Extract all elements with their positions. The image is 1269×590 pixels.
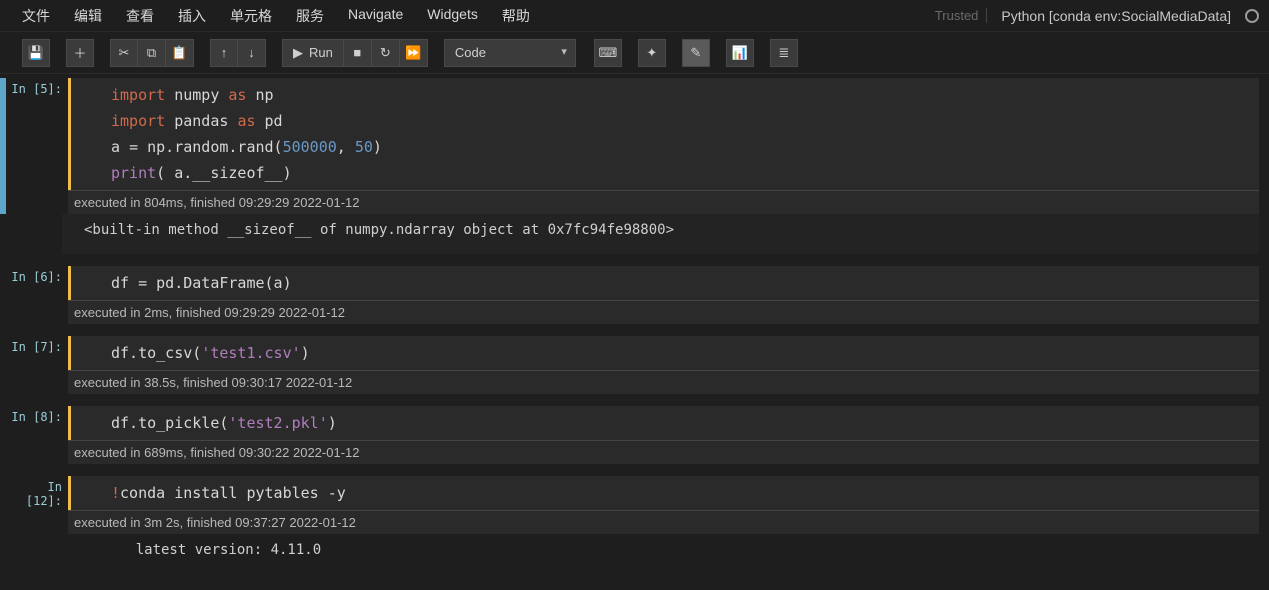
run-label: Run <box>309 45 333 60</box>
fast-forward-icon: ⏩ <box>405 45 421 61</box>
kernel-name[interactable]: Python [conda env:SocialMediaData] <box>995 8 1237 24</box>
stop-button[interactable]: ■ <box>344 39 372 67</box>
save-button[interactable]: 💾 <box>22 39 50 67</box>
code-cell[interactable]: In [8]: df.to_pickle('test2.pkl') execut… <box>0 406 1259 464</box>
kernel-indicator-icon[interactable] <box>1245 9 1259 23</box>
diamond-icon: ✦ <box>646 45 657 61</box>
play-icon: ▶ <box>293 45 303 61</box>
cut-icon: ✂ <box>119 45 130 61</box>
code-editor[interactable]: import numpy as np import pandas as pd a… <box>68 78 1259 190</box>
menu-help[interactable]: 帮助 <box>490 0 542 32</box>
code-cell[interactable]: In [12]: !conda install pytables -y exec… <box>0 476 1259 534</box>
menu-navigate[interactable]: Navigate <box>336 0 415 32</box>
stop-icon: ■ <box>353 45 361 60</box>
cell-output: latest version: 4.11.0 <box>0 534 1259 574</box>
cell-output: <built-in method __sizeof__ of numpy.nda… <box>0 214 1259 254</box>
menu-cell[interactable]: 单元格 <box>218 0 284 32</box>
input-prompt: In [8]: <box>6 406 68 464</box>
pencil-icon: ✎ <box>690 45 701 61</box>
code-content[interactable]: df.to_pickle('test2.pkl') <box>111 410 1259 436</box>
execution-timing: executed in 804ms, finished 09:29:29 202… <box>68 190 1259 214</box>
output-text[interactable]: <built-in method __sizeof__ of numpy.nda… <box>62 214 1259 254</box>
command-palette-button[interactable]: ⌨ <box>594 39 622 67</box>
code-cell[interactable]: In [7]: df.to_csv('test1.csv') executed … <box>0 336 1259 394</box>
execution-timing: executed in 3m 2s, finished 09:37:27 202… <box>68 510 1259 534</box>
input-prompt: In [6]: <box>6 266 68 324</box>
chart-button[interactable]: 📊 <box>726 39 754 67</box>
move-up-button[interactable]: ↑ <box>210 39 238 67</box>
code-editor[interactable]: df.to_csv('test1.csv') <box>68 336 1259 370</box>
code-editor[interactable]: df = pd.DataFrame(a) <box>68 266 1259 300</box>
code-content[interactable]: import numpy as np import pandas as pd a… <box>111 82 1259 186</box>
bar-chart-icon: 📊 <box>732 45 748 61</box>
menubar: 文件 编辑 查看 插入 单元格 服务 Navigate Widgets 帮助 T… <box>0 0 1269 32</box>
toolbar: 💾 ＋ ✂ ⧉ 📋 ↑ ↓ ▶ Run ■ ↻ <box>0 32 1269 74</box>
cut-button[interactable]: ✂ <box>110 39 138 67</box>
keyboard-icon: ⌨ <box>598 45 617 61</box>
trusted-label: Trusted <box>935 8 988 23</box>
save-icon: 💾 <box>28 45 44 61</box>
restart-button[interactable]: ↻ <box>372 39 400 67</box>
input-prompt: In [12]: <box>6 476 68 534</box>
input-prompt: In [5]: <box>6 78 68 214</box>
input-prompt: In [7]: <box>6 336 68 394</box>
copy-icon: ⧉ <box>147 45 156 61</box>
notebook[interactable]: In [5]: import numpy as np import pandas… <box>0 74 1269 590</box>
menu-view[interactable]: 查看 <box>114 0 166 32</box>
menu-edit[interactable]: 编辑 <box>62 0 114 32</box>
menu-insert[interactable]: 插入 <box>166 0 218 32</box>
menu-items: 文件 编辑 查看 插入 单元格 服务 Navigate Widgets 帮助 <box>10 0 542 32</box>
paste-icon: 📋 <box>171 45 187 61</box>
execution-timing: executed in 2ms, finished 09:29:29 2022-… <box>68 300 1259 324</box>
restart-run-all-button[interactable]: ⏩ <box>400 39 428 67</box>
add-cell-button[interactable]: ＋ <box>66 39 94 67</box>
paste-button[interactable]: 📋 <box>166 39 194 67</box>
menu-kernel[interactable]: 服务 <box>284 0 336 32</box>
code-cell[interactable]: In [5]: import numpy as np import pandas… <box>0 78 1259 214</box>
code-cell[interactable]: In [6]: df = pd.DataFrame(a) executed in… <box>0 266 1259 324</box>
execution-timing: executed in 689ms, finished 09:30:22 202… <box>68 440 1259 464</box>
list-button[interactable]: ≣ <box>770 39 798 67</box>
execution-timing: executed in 38.5s, finished 09:30:17 202… <box>68 370 1259 394</box>
output-text[interactable]: latest version: 4.11.0 <box>62 534 1259 574</box>
scratchpad-button[interactable]: ✦ <box>638 39 666 67</box>
code-editor[interactable]: df.to_pickle('test2.pkl') <box>68 406 1259 440</box>
cell-type-value: Code <box>455 45 486 60</box>
cell-type-select[interactable]: Code <box>444 39 576 67</box>
move-down-button[interactable]: ↓ <box>238 39 266 67</box>
arrow-up-icon: ↑ <box>221 45 228 60</box>
list-icon: ≣ <box>778 45 789 61</box>
restart-icon: ↻ <box>380 45 391 61</box>
code-content[interactable]: !conda install pytables -y <box>111 480 1259 506</box>
menu-widgets[interactable]: Widgets <box>415 0 490 32</box>
run-button[interactable]: ▶ Run <box>282 39 344 67</box>
code-content[interactable]: df.to_csv('test1.csv') <box>111 340 1259 366</box>
drafting-button[interactable]: ✎ <box>682 39 710 67</box>
code-editor[interactable]: !conda install pytables -y <box>68 476 1259 510</box>
copy-button[interactable]: ⧉ <box>138 39 166 67</box>
arrow-down-icon: ↓ <box>248 45 255 60</box>
menu-file[interactable]: 文件 <box>10 0 62 32</box>
plus-icon: ＋ <box>73 43 86 62</box>
code-content[interactable]: df = pd.DataFrame(a) <box>111 270 1259 296</box>
